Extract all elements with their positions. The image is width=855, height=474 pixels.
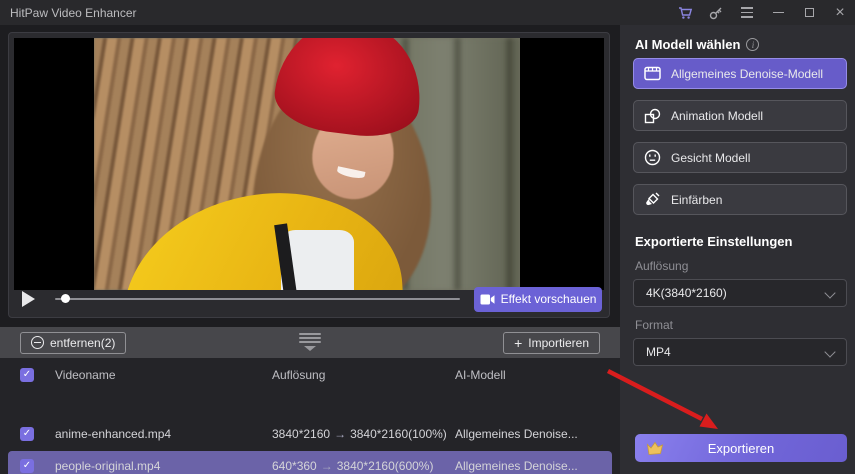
brush-icon bbox=[646, 192, 660, 206]
column-header-resolution: Auflösung bbox=[272, 368, 326, 382]
face-icon bbox=[644, 149, 661, 166]
titlebar-icons: × bbox=[676, 0, 849, 25]
play-button[interactable] bbox=[22, 291, 35, 307]
resolution-dropdown[interactable]: 4K(3840*2160) bbox=[633, 279, 847, 307]
camera-icon bbox=[480, 294, 495, 304]
right-arrow-icon: → bbox=[334, 427, 347, 441]
video-frame-image bbox=[94, 38, 520, 290]
effect-preview-button[interactable]: Effekt vorschauen bbox=[474, 286, 602, 312]
model-button-general-denoise[interactable]: Allgemeines Denoise-Modell bbox=[633, 58, 847, 89]
format-dropdown[interactable]: MP4 bbox=[633, 338, 847, 366]
player-controls: Effekt vorschauen bbox=[14, 285, 606, 313]
maximize-icon[interactable] bbox=[800, 4, 818, 22]
file-ai-model: Allgemeines Denoise... bbox=[455, 459, 578, 473]
model-button-animation[interactable]: Animation Modell bbox=[633, 100, 847, 131]
select-all-checkbox[interactable]: ✓ bbox=[20, 368, 34, 382]
info-icon[interactable]: i bbox=[746, 38, 760, 51]
right-arrow-icon: → bbox=[320, 459, 333, 473]
minus-circle-icon bbox=[31, 336, 44, 349]
file-resolution: 640*360 → 3840*2160(600%) bbox=[272, 459, 434, 473]
video-preview-panel: Effekt vorschauen bbox=[8, 32, 610, 318]
cart-icon[interactable] bbox=[676, 4, 694, 22]
resolution-label: Auflösung bbox=[635, 259, 689, 273]
ai-model-heading: AI Modell wählen i bbox=[635, 37, 760, 52]
export-button[interactable]: Exportieren bbox=[635, 434, 847, 462]
format-label: Format bbox=[635, 318, 674, 332]
model-button-colorize[interactable]: Einfärben bbox=[633, 184, 847, 215]
file-ai-model: Allgemeines Denoise... bbox=[455, 427, 578, 441]
table-row[interactable]: ✓ anime-enhanced.mp4 3840*2160 → 3840*2160… bbox=[0, 419, 620, 449]
sidebar: AI Modell wählen i Allgemeines Denoise-M… bbox=[620, 25, 855, 474]
file-name: people-original.mp4 bbox=[55, 459, 161, 473]
video-viewport bbox=[14, 38, 604, 290]
seek-slider-knob[interactable] bbox=[61, 294, 70, 303]
row-checkbox[interactable]: ✓ bbox=[20, 459, 34, 473]
table-header-row: ✓ Videoname Auflösung AI-Modell bbox=[0, 360, 620, 390]
left-panel: Effekt vorschauen entfernen(2) + Importi… bbox=[0, 25, 620, 474]
file-resolution: 3840*2160 → 3840*2160(100%) bbox=[272, 427, 447, 441]
film-icon bbox=[644, 66, 661, 81]
model-button-face[interactable]: Gesicht Modell bbox=[633, 142, 847, 173]
export-settings-heading: Exportierte Einstellungen bbox=[635, 234, 793, 249]
row-checkbox[interactable]: ✓ bbox=[20, 427, 34, 441]
file-name: anime-enhanced.mp4 bbox=[55, 427, 172, 441]
menu-icon[interactable] bbox=[738, 4, 756, 22]
chevron-down-icon bbox=[304, 346, 316, 351]
titlebar: HitPaw Video Enhancer × bbox=[0, 0, 855, 25]
column-header-ai-model: AI-Modell bbox=[455, 368, 506, 382]
column-header-videoname: Videoname bbox=[55, 368, 116, 382]
import-button[interactable]: + Importieren bbox=[503, 331, 600, 354]
minimize-icon[interactable] bbox=[769, 4, 787, 22]
file-toolbar: entfernen(2) + Importieren bbox=[0, 327, 620, 358]
file-table: ✓ Videoname Auflösung AI-Modell ✓ anime-… bbox=[0, 358, 620, 474]
crown-icon bbox=[646, 441, 664, 455]
close-icon[interactable]: × bbox=[831, 4, 849, 22]
window-title: HitPaw Video Enhancer bbox=[10, 5, 137, 20]
chevron-down-icon bbox=[824, 287, 836, 299]
key-icon[interactable] bbox=[707, 4, 725, 22]
panel-collapse-handle[interactable] bbox=[299, 333, 321, 351]
chevron-down-icon bbox=[824, 346, 836, 358]
seek-slider[interactable] bbox=[55, 294, 460, 303]
shapes-icon bbox=[644, 108, 661, 123]
app-window: HitPaw Video Enhancer × Effekt vorschaue… bbox=[0, 0, 855, 474]
plus-icon: + bbox=[514, 334, 523, 351]
remove-button[interactable]: entfernen(2) bbox=[20, 331, 127, 354]
table-row-selected[interactable]: ✓ people-original.mp4 640*360 → 3840*2160(… bbox=[8, 451, 612, 474]
